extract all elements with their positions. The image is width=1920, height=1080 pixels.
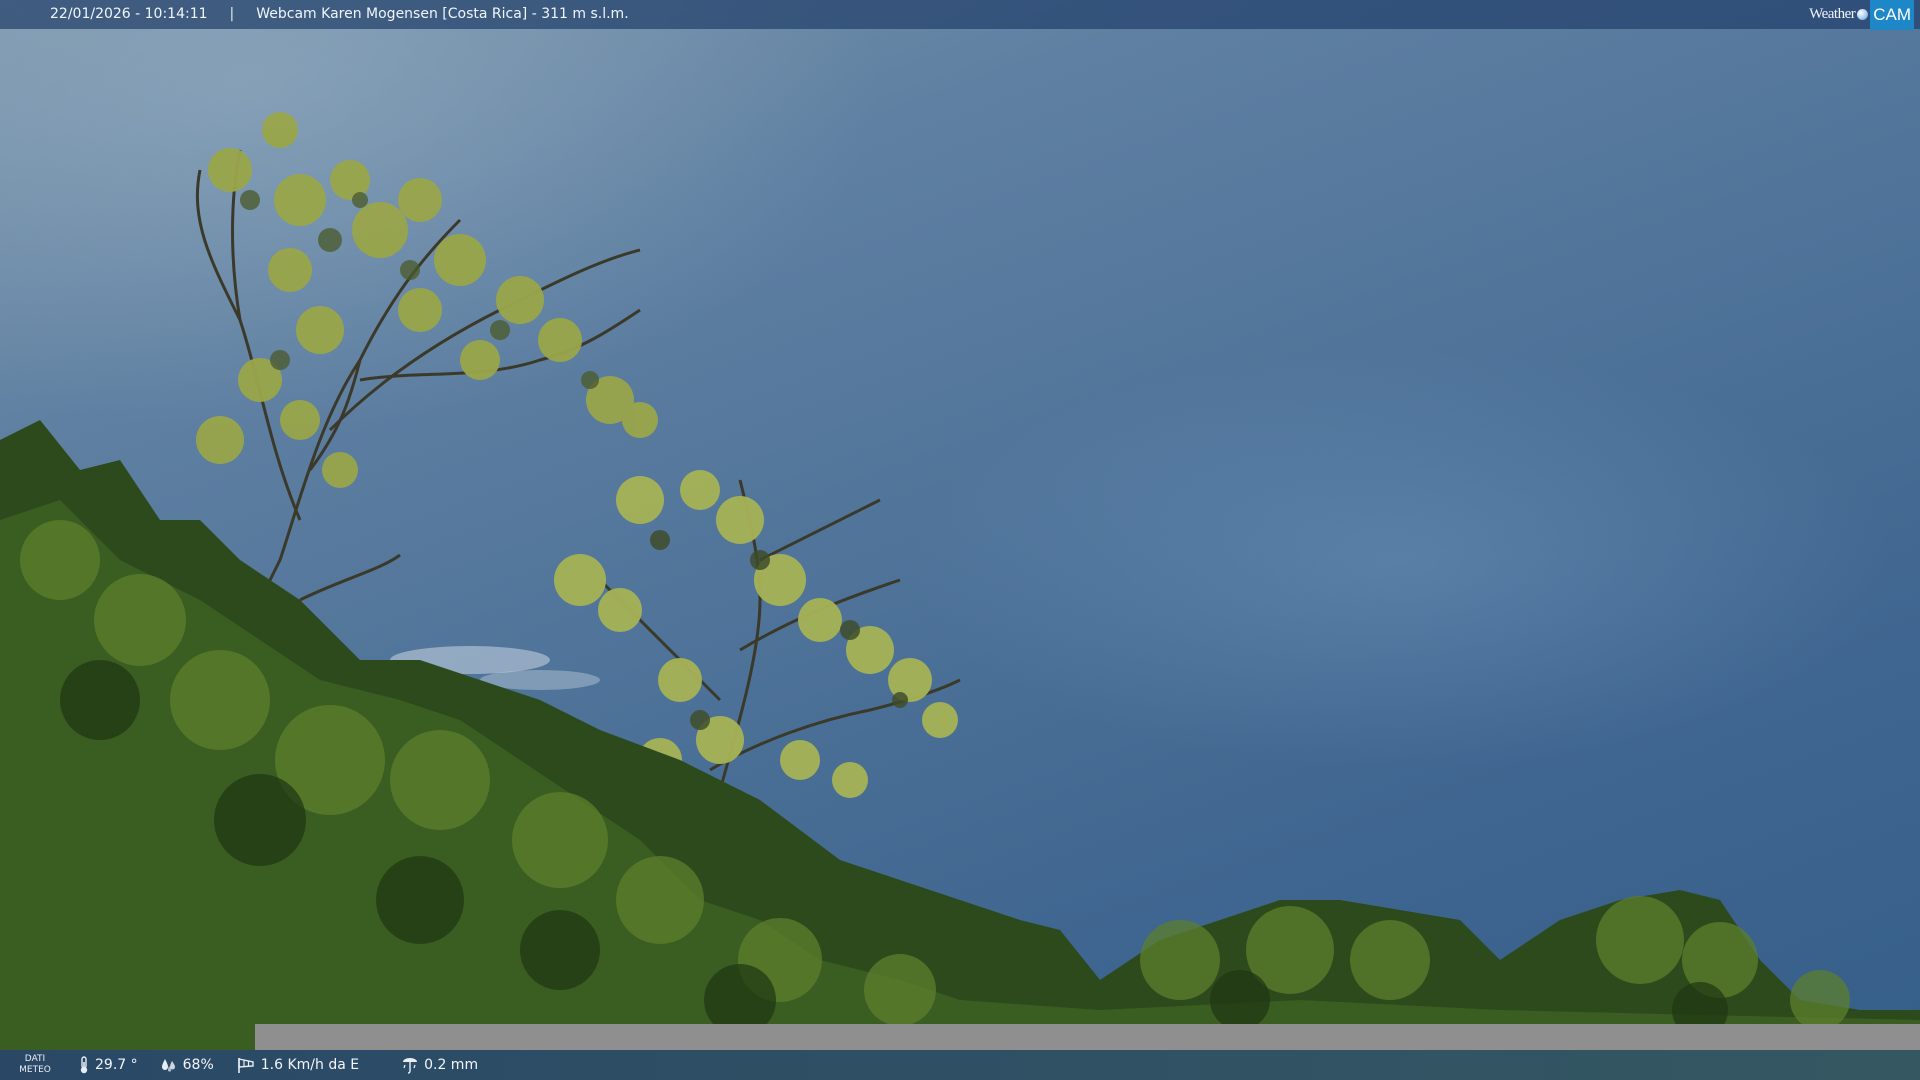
logo-globe-icon	[1857, 9, 1869, 20]
tree-canopy-left	[196, 112, 658, 488]
temperature-reading: 29.7 °	[78, 1056, 138, 1074]
wind-sock-icon	[237, 1058, 254, 1073]
webcam-header-bar: 22/01/2026 - 10:14:11 | Webcam Karen Mog…	[0, 0, 1920, 30]
weathercam-logo: Weather CAM	[1809, 0, 1920, 30]
meteo-label: DATI METEO	[0, 1054, 70, 1076]
temperature-value: 29.7 °	[95, 1057, 138, 1073]
logo-cam-text: CAM	[1870, 0, 1914, 30]
humidity-drops-icon	[161, 1059, 175, 1072]
meteo-label-line1: DATI	[24, 1054, 46, 1064]
logo-weather-text: Weather	[1809, 6, 1856, 22]
capture-datetime: 22/01/2026 - 10:14:11	[50, 6, 208, 22]
rain-gauge-icon	[403, 1058, 418, 1074]
wind-value: 1.6 Km/h da E	[260, 1057, 360, 1073]
webcam-title: Webcam Karen Mogensen [Costa Rica] - 311…	[256, 6, 629, 22]
image-gap-strip	[255, 1024, 1920, 1050]
meteo-data-bar: DATI METEO 29.7 ° 68% 1.6 Km/h da E 0.2 …	[0, 1050, 1920, 1080]
wind-reading: 1.6 Km/h da E	[236, 1056, 359, 1074]
webcam-frame: 22/01/2026 - 10:14:11 | Webcam Karen Mog…	[0, 0, 1920, 1080]
webcam-scene-image	[0, 112, 1920, 1080]
thermometer-icon	[80, 1056, 88, 1074]
meteo-label-line2: METEO	[19, 1065, 51, 1075]
rain-value: 0.2 mm	[424, 1057, 479, 1073]
humidity-reading: 68%	[160, 1057, 214, 1073]
forest-band	[0, 420, 1920, 1080]
rain-reading: 0.2 mm	[401, 1056, 478, 1074]
humidity-value: 68%	[182, 1057, 214, 1073]
header-separator: |	[229, 6, 235, 22]
